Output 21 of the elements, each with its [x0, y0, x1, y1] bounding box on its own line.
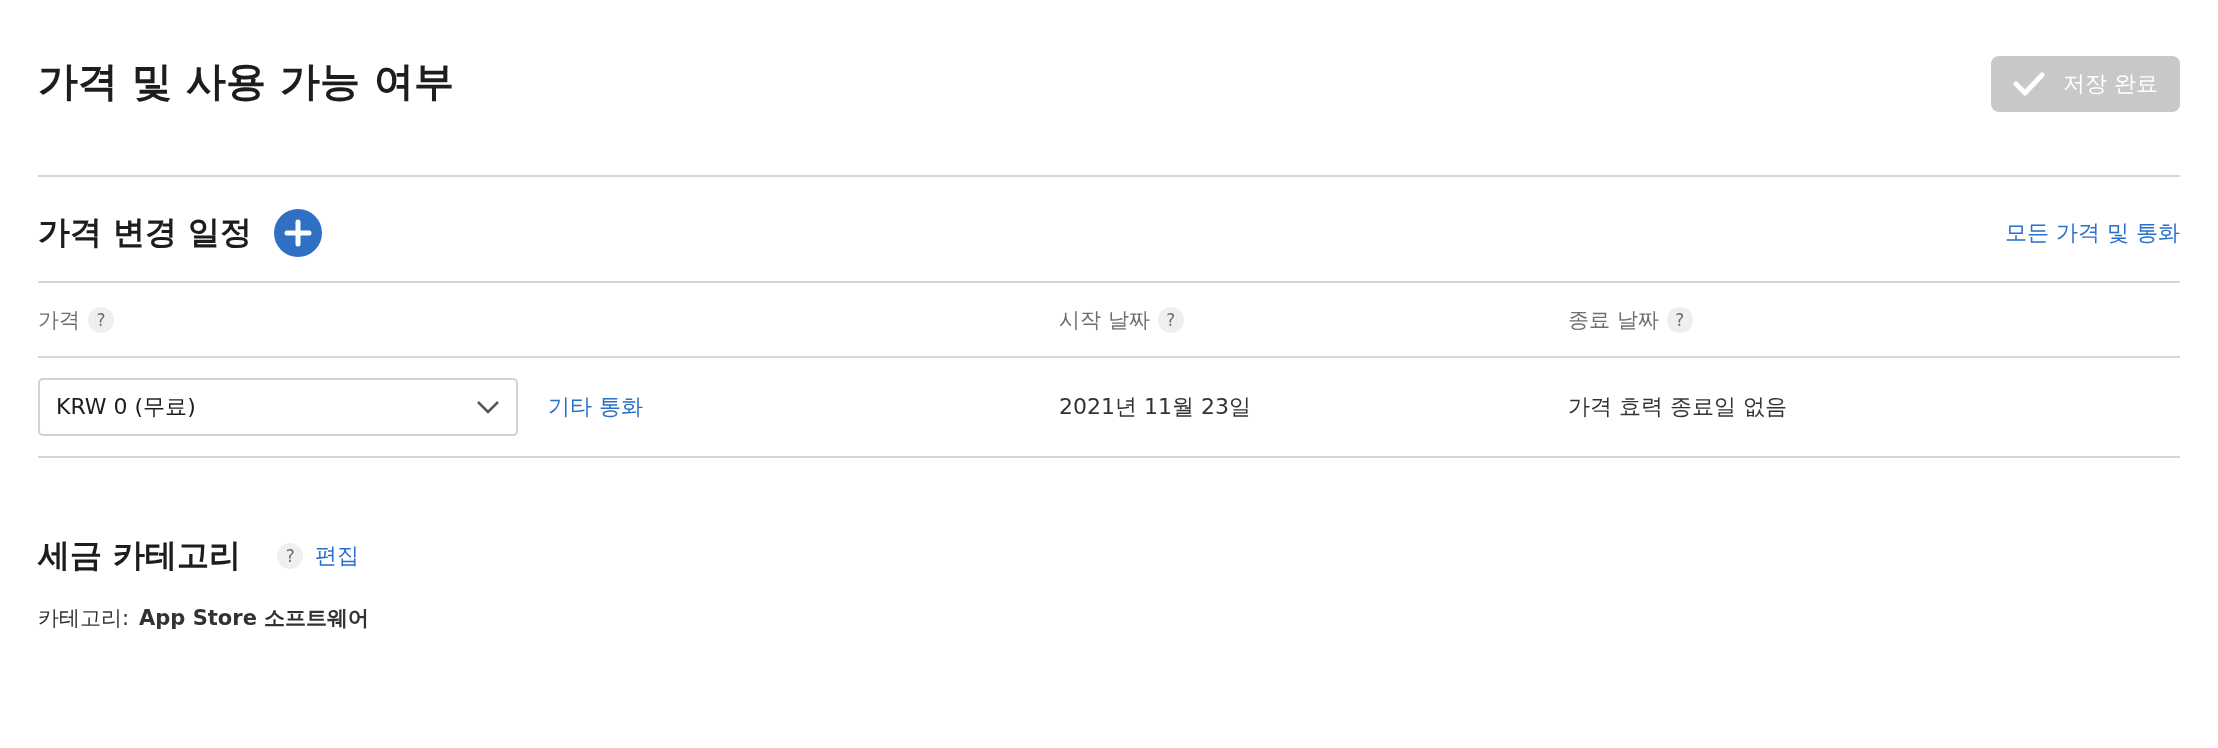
- column-header: 가격: [38, 306, 80, 334]
- all-prices-link[interactable]: 모든 가격 및 통화: [2005, 218, 2180, 248]
- add-icon[interactable]: [274, 209, 323, 257]
- column-header: 종료 날짜: [1568, 306, 1659, 334]
- category-value: App Store 소프트웨어: [139, 605, 370, 632]
- start-date: 2021년 11월 23일: [1059, 393, 1252, 421]
- help-icon[interactable]: ?: [277, 543, 304, 569]
- chevron-down-icon: [476, 400, 500, 414]
- category-label: 카테고리:: [38, 605, 130, 632]
- section-title: 가격 변경 일정: [38, 212, 253, 253]
- page-title: 가격 및 사용 가능 여부: [38, 57, 454, 106]
- end-date: 가격 효력 종료일 없음: [1568, 393, 1788, 421]
- help-icon[interactable]: ?: [1157, 306, 1184, 333]
- edit-link[interactable]: 편집: [315, 541, 360, 571]
- column-header: 시작 날짜: [1059, 306, 1150, 334]
- help-icon[interactable]: ?: [88, 306, 114, 333]
- checkmark-icon: [2013, 71, 2045, 97]
- section-title: 세금 카테고리: [38, 535, 242, 576]
- help-icon[interactable]: ?: [1666, 306, 1693, 333]
- other-currency-link[interactable]: 기타 통화: [548, 392, 643, 422]
- price-select[interactable]: KRW 0 (무료): [38, 378, 518, 436]
